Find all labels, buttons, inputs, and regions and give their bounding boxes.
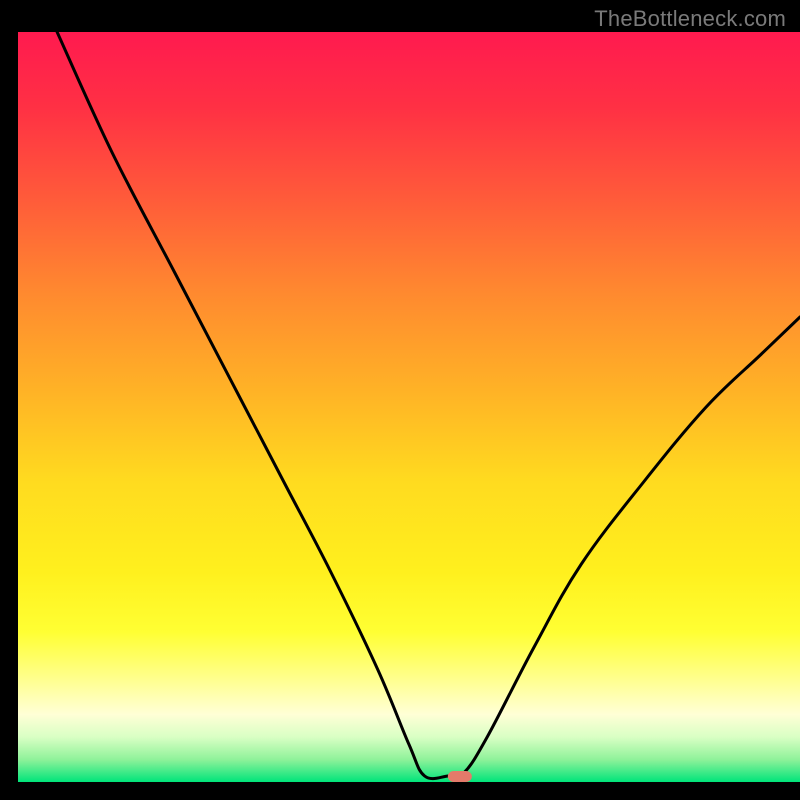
bottleneck-chart	[0, 0, 800, 800]
plot-background	[18, 32, 800, 782]
watermark-text: TheBottleneck.com	[594, 6, 786, 32]
optimal-marker	[448, 771, 472, 782]
chart-frame: TheBottleneck.com	[0, 0, 800, 800]
